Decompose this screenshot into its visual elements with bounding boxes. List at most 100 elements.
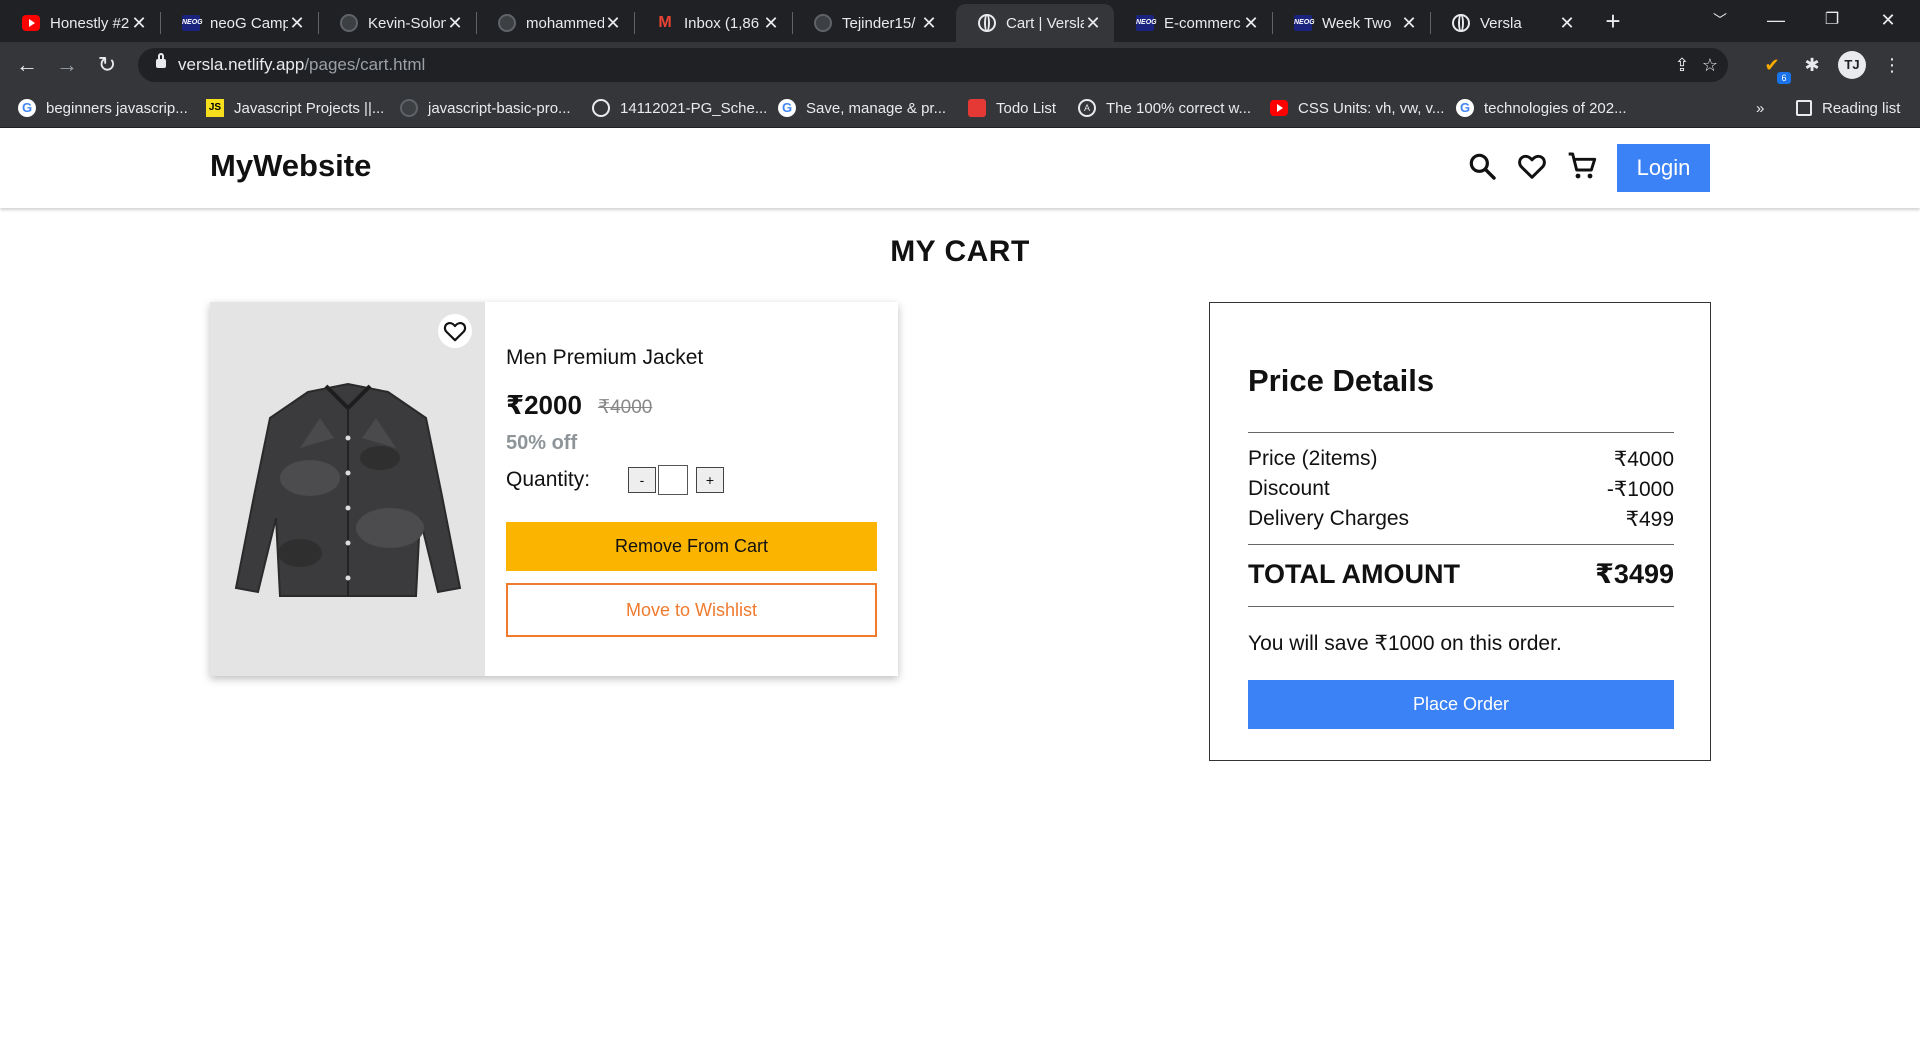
cart-item-card: Men Premium Jacket ₹2000 ₹4000 50% off Q… xyxy=(210,302,898,676)
more-bookmarks-button[interactable]: » xyxy=(1756,88,1764,128)
forward-icon[interactable]: → xyxy=(52,50,82,80)
github-icon xyxy=(400,99,418,117)
savings-note: You will save ₹1000 on this order. xyxy=(1248,632,1562,655)
close-icon[interactable]: ✕ xyxy=(288,14,306,32)
bookmark-item[interactable]: Todo List xyxy=(968,88,1056,128)
product-price: ₹2000 xyxy=(506,390,582,420)
heart-icon xyxy=(443,322,467,342)
a-icon: A xyxy=(1078,99,1096,117)
bookmark-item[interactable]: CSS Units: vh, vw, v... xyxy=(1270,88,1444,128)
bookmarks-bar: G beginners javascrip... JS Javascript P… xyxy=(0,88,1920,128)
quantity-input[interactable] xyxy=(658,465,688,495)
product-image xyxy=(210,302,485,676)
delivery-row-value: ₹499 xyxy=(1625,508,1674,531)
tab-cart-versla[interactable]: Cart | Versla ✕ xyxy=(956,4,1114,42)
product-name: Men Premium Jacket xyxy=(506,346,704,369)
restore-icon[interactable]: ❐ xyxy=(1804,0,1860,42)
menu-kebab-icon[interactable]: ⋮ xyxy=(1878,51,1906,79)
window-close-icon[interactable]: ✕ xyxy=(1860,0,1916,42)
extensions-puzzle-icon[interactable]: ✱ xyxy=(1798,51,1826,79)
total-row: TOTAL AMOUNT ₹3499 xyxy=(1248,559,1674,590)
globe-icon xyxy=(592,99,610,117)
minimize-icon[interactable]: — xyxy=(1748,0,1804,42)
product-original-price: ₹4000 xyxy=(598,397,653,418)
back-icon[interactable]: ← xyxy=(12,50,42,80)
tab-neog-camp[interactable]: NEOG neoG Camp ✕ xyxy=(160,4,318,42)
jacket-illustration xyxy=(234,382,462,597)
bookmark-item[interactable]: JS Javascript Projects ||... xyxy=(206,88,384,128)
price-row-label: Price (2items) xyxy=(1248,447,1378,470)
tab-mohammed[interactable]: mohammed ✕ xyxy=(476,4,634,42)
divider xyxy=(1248,544,1674,545)
google-icon: G xyxy=(778,99,796,117)
neog-icon: NEOG xyxy=(1136,15,1157,31)
price-details-panel: Price Details Price (2items) ₹4000 Disco… xyxy=(1209,302,1711,761)
tab-kevin-solon[interactable]: Kevin-Solon ✕ xyxy=(318,4,476,42)
site-brand[interactable]: MyWebsite xyxy=(210,148,371,184)
bookmark-item[interactable]: javascript-basic-pro... xyxy=(400,88,571,128)
reading-list-button[interactable]: Reading list xyxy=(1796,88,1900,128)
youtube-icon xyxy=(1270,100,1288,116)
tab-title: mohammed xyxy=(526,14,604,32)
remove-from-cart-button[interactable]: Remove From Cart xyxy=(506,522,877,571)
bookmark-item[interactable]: G Save, manage & pr... xyxy=(778,88,946,128)
total-label: TOTAL AMOUNT xyxy=(1248,559,1460,589)
bookmark-item[interactable]: A The 100% correct w... xyxy=(1078,88,1251,128)
lock-icon xyxy=(156,53,166,68)
tab-title: Week Two xyxy=(1322,14,1392,32)
browser-tab-strip: Honestly #2 ✕ NEOG neoG Camp ✕ Kevin-Sol… xyxy=(0,0,1920,42)
close-icon[interactable]: ✕ xyxy=(446,14,464,32)
quantity-label: Quantity: xyxy=(506,468,591,491)
bookmark-item[interactable]: G technologies of 202... xyxy=(1456,88,1627,128)
divider xyxy=(1248,432,1674,433)
gmail-icon: M xyxy=(658,14,672,31)
google-icon: G xyxy=(1456,99,1474,117)
reload-icon[interactable]: ↻ xyxy=(92,50,122,80)
tab-tejinder[interactable]: Tejinder15/ ✕ xyxy=(792,4,950,42)
price-details-title: Price Details xyxy=(1248,363,1435,398)
neog-icon: NEOG xyxy=(182,15,203,31)
js-icon: JS xyxy=(206,99,224,117)
search-icon[interactable] xyxy=(1466,150,1498,182)
bookmark-item[interactable]: 14112021-PG_Sche... xyxy=(592,88,767,128)
close-icon[interactable]: ✕ xyxy=(130,14,148,32)
total-value: ₹3499 xyxy=(1595,559,1674,589)
url-text[interactable]: versla.netlify.app/pages/cart.html xyxy=(178,55,425,75)
place-order-button[interactable]: Place Order xyxy=(1248,680,1674,729)
tab-week-two[interactable]: NEOG Week Two ✕ xyxy=(1272,4,1430,42)
move-to-wishlist-button[interactable]: Move to Wishlist xyxy=(506,583,877,637)
quantity-decrease-button[interactable]: - xyxy=(628,467,656,493)
bookmark-item[interactable]: G beginners javascrip... xyxy=(18,88,188,128)
close-icon[interactable]: ✕ xyxy=(1558,14,1576,32)
github-icon xyxy=(340,14,358,32)
close-icon[interactable]: ✕ xyxy=(604,14,622,32)
tab-versla[interactable]: Versla ✕ xyxy=(1430,4,1588,42)
address-bar[interactable]: versla.netlify.app/pages/cart.html ⇪ ☆ xyxy=(138,48,1728,82)
tab-inbox[interactable]: M Inbox (1,86 ✕ xyxy=(634,4,792,42)
delivery-row-label: Delivery Charges xyxy=(1248,507,1410,530)
wishlist-heart-button[interactable] xyxy=(438,314,472,348)
tab-title: Tejinder15/ xyxy=(842,14,916,32)
google-icon: G xyxy=(18,99,36,117)
tab-honestly[interactable]: Honestly #2 ✕ xyxy=(0,4,160,42)
close-icon[interactable]: ✕ xyxy=(762,14,780,32)
neog-icon: NEOG xyxy=(1294,15,1315,31)
new-tab-button[interactable]: + xyxy=(1598,6,1628,36)
tab-title: Cart | Versla xyxy=(1006,14,1084,32)
quantity-increase-button[interactable]: + xyxy=(696,467,724,493)
heart-icon[interactable] xyxy=(1516,150,1548,182)
profile-avatar[interactable]: TJ xyxy=(1838,51,1866,79)
tab-search-icon[interactable]: ﹀ xyxy=(1692,0,1748,42)
bookmark-star-icon[interactable]: ☆ xyxy=(1698,53,1722,77)
tab-title: Inbox (1,86 xyxy=(684,14,760,32)
github-icon xyxy=(814,14,832,32)
login-button[interactable]: Login xyxy=(1617,144,1710,192)
close-icon[interactable]: ✕ xyxy=(920,14,938,32)
close-icon[interactable]: ✕ xyxy=(1084,14,1102,32)
cart-icon[interactable] xyxy=(1566,150,1598,182)
todo-icon xyxy=(968,99,986,117)
share-icon[interactable]: ⇪ xyxy=(1670,53,1694,77)
close-icon[interactable]: ✕ xyxy=(1400,14,1418,32)
tab-ecommerce[interactable]: NEOG E-commerc ✕ xyxy=(1114,4,1272,42)
close-icon[interactable]: ✕ xyxy=(1242,14,1260,32)
